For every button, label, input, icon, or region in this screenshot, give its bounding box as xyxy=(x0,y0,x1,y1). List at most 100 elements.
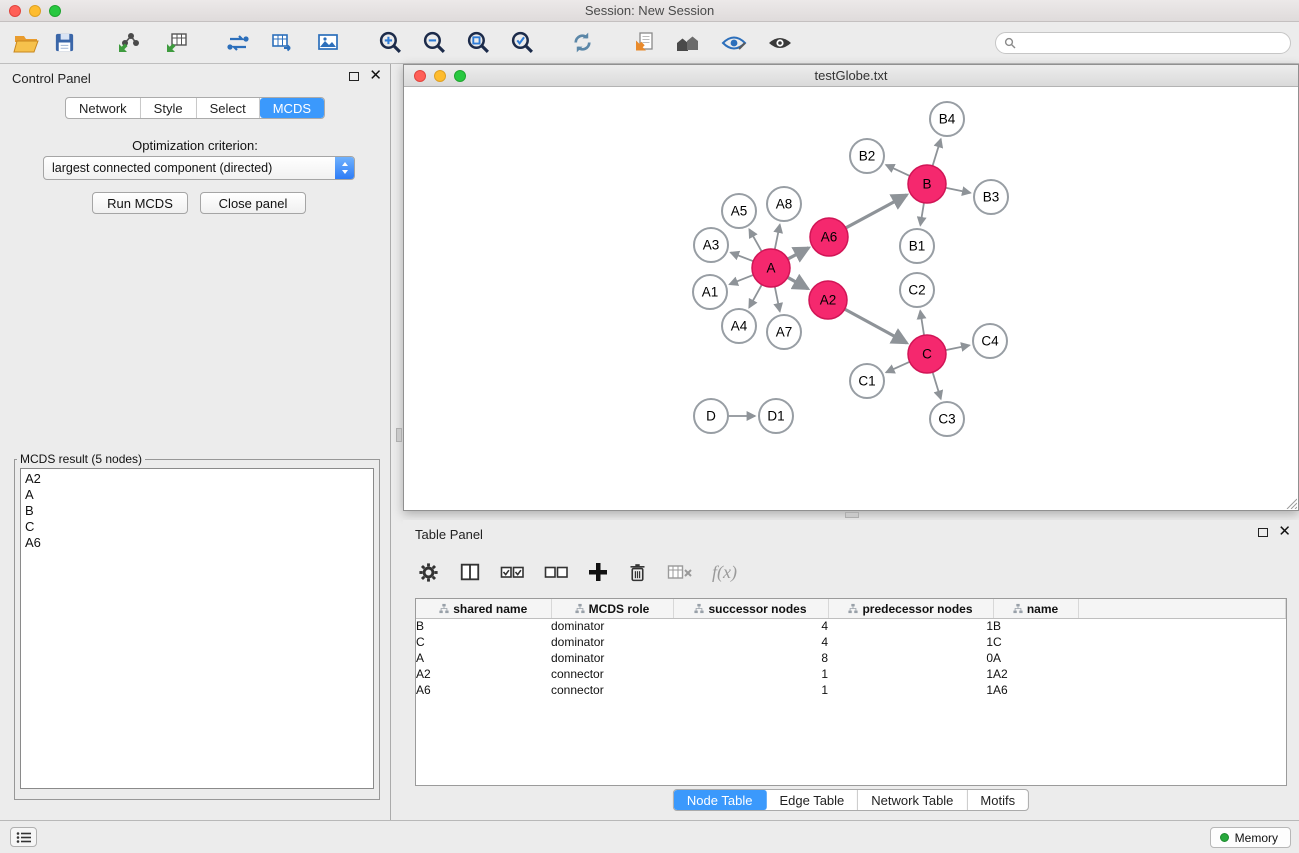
save-session-button[interactable] xyxy=(48,27,80,59)
search-field[interactable] xyxy=(995,32,1291,54)
table-row[interactable]: Bdominator41B xyxy=(416,618,1286,634)
show-hide-button[interactable] xyxy=(764,27,796,59)
edge-A-A1[interactable] xyxy=(730,275,754,284)
edge-C-C3[interactable] xyxy=(933,372,941,399)
column-header-predecessor-nodes[interactable]: predecessor nodes xyxy=(828,599,993,618)
table-row[interactable]: Cdominator41C xyxy=(416,634,1286,650)
add-row-button[interactable] xyxy=(588,562,608,582)
mcds-result-item[interactable]: C xyxy=(25,519,369,535)
zoom-in-button[interactable] xyxy=(374,27,406,59)
node-B1[interactable]: B1 xyxy=(900,229,934,263)
column-header-MCDS-role[interactable]: MCDS role xyxy=(551,599,673,618)
column-header-shared-name[interactable]: shared name xyxy=(416,599,551,618)
table-row[interactable]: A2connector11A2 xyxy=(416,666,1286,682)
import-network-button[interactable] xyxy=(112,27,144,59)
mcds-result-item[interactable]: A xyxy=(25,487,369,503)
gear-button[interactable] xyxy=(417,561,440,584)
edge-A-A6[interactable] xyxy=(788,248,809,259)
zoom-selected-button[interactable] xyxy=(506,27,538,59)
resize-grip-icon[interactable] xyxy=(1284,496,1297,509)
optimization-criterion-select[interactable]: largest connected component (directed) xyxy=(43,156,355,180)
tab-network[interactable]: Network xyxy=(66,98,141,118)
table-row[interactable]: Adominator80A xyxy=(416,650,1286,666)
edge-A2-C[interactable] xyxy=(845,309,907,343)
node-A1[interactable]: A1 xyxy=(693,275,727,309)
tab-style[interactable]: Style xyxy=(141,98,197,118)
node-D1[interactable]: D1 xyxy=(759,399,793,433)
import-table-button[interactable] xyxy=(160,27,192,59)
node-B2[interactable]: B2 xyxy=(850,139,884,173)
edge-C-C4[interactable] xyxy=(946,345,970,350)
table-tab-motifs[interactable]: Motifs xyxy=(967,790,1028,810)
edge-B-B3[interactable] xyxy=(946,188,971,193)
node-C[interactable]: C xyxy=(908,335,946,373)
node-D[interactable]: D xyxy=(694,399,728,433)
zoom-fit-button[interactable] xyxy=(462,27,494,59)
mcds-result-item[interactable]: A6 xyxy=(25,535,369,551)
edge-B-B1[interactable] xyxy=(920,203,924,226)
refresh-layout-button[interactable] xyxy=(566,27,598,59)
edge-A-A2[interactable] xyxy=(788,277,808,288)
column-header-successor-nodes[interactable]: successor nodes xyxy=(673,599,828,618)
table-tab-node-table[interactable]: Node Table xyxy=(674,790,767,810)
home-button[interactable] xyxy=(672,27,704,59)
edge-C-C2[interactable] xyxy=(920,311,924,335)
mcds-result-item[interactable]: B xyxy=(25,503,369,519)
memory-button[interactable]: Memory xyxy=(1210,827,1291,848)
run-mcds-button[interactable]: Run MCDS xyxy=(92,192,188,214)
node-A8[interactable]: A8 xyxy=(767,187,801,221)
network-canvas[interactable]: A A2 A6 B C A1 A3 A4 A5 A7 A8 B1 B2 B3 B4 C1 C2 C3 C4 D D1 xyxy=(404,87,1298,510)
node-A7[interactable]: A7 xyxy=(767,315,801,349)
unselect-all-button[interactable] xyxy=(544,561,569,583)
edge-A-A3[interactable] xyxy=(731,253,754,262)
export-image-button[interactable] xyxy=(312,27,344,59)
node-B3[interactable]: B3 xyxy=(974,180,1008,214)
edge-A-A8[interactable] xyxy=(775,225,780,250)
mcds-result-item[interactable]: A2 xyxy=(25,471,369,487)
function-builder-button[interactable]: f(x) xyxy=(712,562,737,583)
node-B[interactable]: B xyxy=(908,165,946,203)
edge-C-C1[interactable] xyxy=(886,362,910,373)
split-column-button[interactable] xyxy=(459,561,481,583)
node-B4[interactable]: B4 xyxy=(930,102,964,136)
node-A3[interactable]: A3 xyxy=(694,228,728,262)
delete-row-button[interactable] xyxy=(627,561,648,584)
delete-column-button[interactable] xyxy=(667,562,693,582)
float-table-panel-button[interactable] xyxy=(1258,528,1268,537)
vertical-splitter-handle[interactable] xyxy=(396,428,402,442)
node-C4[interactable]: C4 xyxy=(973,324,1007,358)
edge-B-B2[interactable] xyxy=(886,165,910,176)
node-A2[interactable]: A2 xyxy=(809,281,847,319)
column-header-name[interactable]: name xyxy=(993,599,1078,618)
open-document-button[interactable] xyxy=(628,27,660,59)
node-A5[interactable]: A5 xyxy=(722,194,756,228)
edge-A-A4[interactable] xyxy=(749,285,762,308)
task-history-button[interactable] xyxy=(10,827,37,847)
export-network-button[interactable] xyxy=(222,27,254,59)
select-all-button[interactable] xyxy=(500,561,525,583)
node-C1[interactable]: C1 xyxy=(850,364,884,398)
show-graphics-details-button[interactable] xyxy=(718,27,750,59)
close-table-panel-icon[interactable]: ✕ xyxy=(1278,527,1291,537)
float-panel-button[interactable] xyxy=(349,72,359,81)
node-A6[interactable]: A6 xyxy=(810,218,848,256)
open-file-button[interactable] xyxy=(10,27,42,59)
node-C2[interactable]: C2 xyxy=(900,273,934,307)
tab-select[interactable]: Select xyxy=(197,98,260,118)
table-row[interactable]: A6connector11A6 xyxy=(416,682,1286,698)
edge-A-A5[interactable] xyxy=(749,229,761,251)
table-tab-edge-table[interactable]: Edge Table xyxy=(766,790,858,810)
search-input[interactable] xyxy=(1016,35,1282,51)
edge-B-B4[interactable] xyxy=(933,139,941,166)
node-A4[interactable]: A4 xyxy=(722,309,756,343)
close-panel-button[interactable]: Close panel xyxy=(200,192,306,214)
edge-A-A7[interactable] xyxy=(775,287,780,312)
zoom-out-button[interactable] xyxy=(418,27,450,59)
node-A[interactable]: A xyxy=(752,249,790,287)
table-tab-network-table[interactable]: Network Table xyxy=(858,790,967,810)
mcds-result-list[interactable]: A2ABCA6 xyxy=(20,468,374,789)
export-table-button[interactable] xyxy=(266,27,298,59)
node-C3[interactable]: C3 xyxy=(930,402,964,436)
edge-A6-B[interactable] xyxy=(846,195,907,228)
horizontal-splitter-handle[interactable] xyxy=(845,512,859,518)
